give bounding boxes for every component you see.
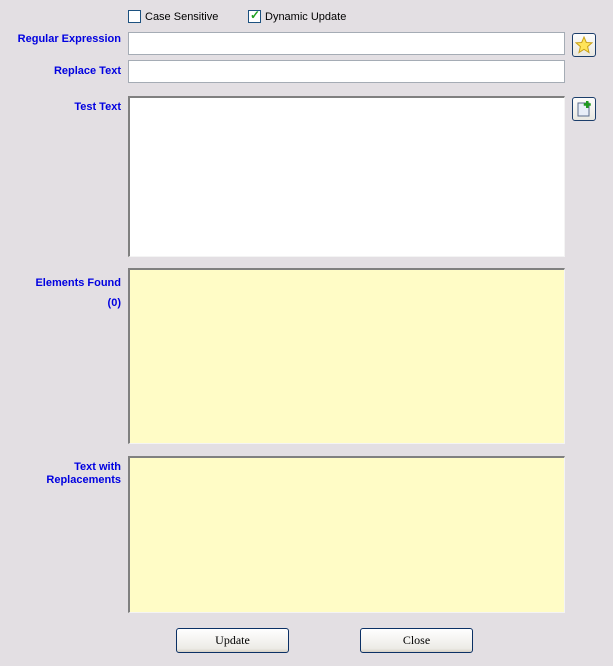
favorites-button[interactable] bbox=[572, 33, 596, 57]
checkmark-icon: ✓ bbox=[250, 8, 261, 22]
text-with-replacements-label-line1: Text with bbox=[74, 461, 121, 473]
elements-found-label: Elements Found bbox=[35, 277, 121, 289]
regex-label: Regular Expression bbox=[17, 33, 121, 45]
case-sensitive-label: Case Sensitive bbox=[145, 10, 219, 23]
elements-found-count: (0) bbox=[107, 297, 121, 309]
case-sensitive-box[interactable] bbox=[128, 10, 141, 23]
case-sensitive-checkbox[interactable]: Case Sensitive bbox=[128, 10, 218, 23]
replace-label: Replace Text bbox=[53, 65, 121, 77]
dynamic-update-label: Dynamic Update bbox=[265, 10, 347, 23]
text-with-replacements-area[interactable] bbox=[128, 456, 565, 613]
close-button[interactable]: Close bbox=[360, 628, 473, 653]
new-document-button[interactable] bbox=[572, 97, 596, 121]
new-document-icon bbox=[577, 101, 591, 117]
regex-input[interactable] bbox=[128, 32, 565, 55]
elements-found-area[interactable] bbox=[128, 268, 565, 444]
test-text-label: Test Text bbox=[74, 101, 121, 113]
test-text-area[interactable] bbox=[128, 96, 565, 257]
update-button[interactable]: Update bbox=[176, 628, 289, 653]
replace-input[interactable] bbox=[128, 60, 565, 83]
dynamic-update-checkbox[interactable]: ✓ Dynamic Update bbox=[248, 8, 347, 23]
star-icon bbox=[575, 36, 593, 54]
dynamic-update-box[interactable]: ✓ bbox=[248, 8, 261, 23]
text-with-replacements-label-line2: Replacements bbox=[46, 474, 121, 486]
